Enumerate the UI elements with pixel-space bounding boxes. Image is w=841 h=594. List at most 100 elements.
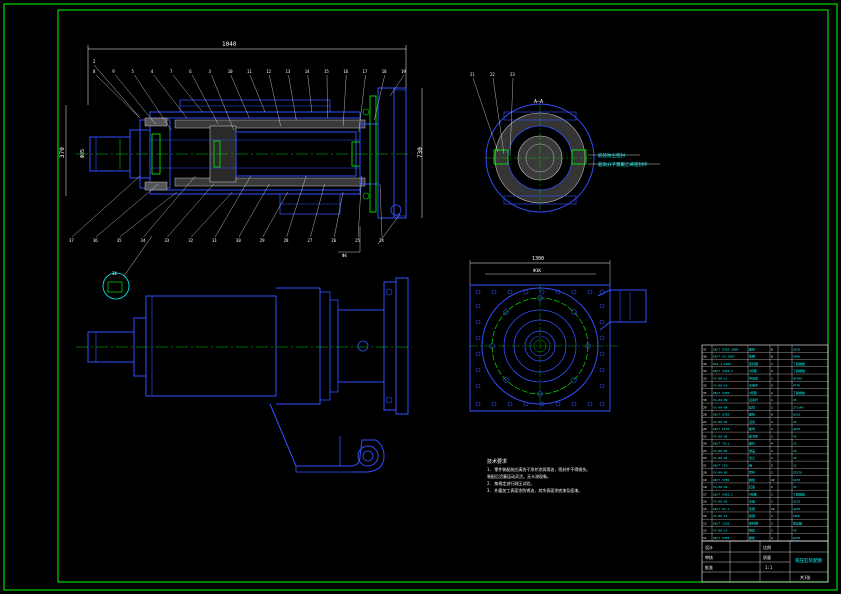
- parts-table-cell: 45: [793, 456, 797, 460]
- parts-table-cell: O形圈: [749, 390, 757, 395]
- parts-table-cell: 螺栓: [749, 412, 755, 417]
- dim-rod-diameter: Ф85: [80, 149, 86, 158]
- parts-table-cell: 8: [771, 347, 773, 351]
- parts-table-cell: GB/T 93-1987: [713, 355, 735, 359]
- balloon-bottom-36: 36: [93, 238, 98, 243]
- title-drawing-name: 液压缸装配图: [795, 557, 822, 564]
- parts-table-cell: 12: [771, 507, 775, 511]
- parts-table-cell: GB/T 97.1: [713, 507, 729, 511]
- title-block: 设计 审核 批准 比例 质量 1:1 液压缸装配图 共1张: [701, 540, 829, 583]
- balloon-top-3: 3: [209, 69, 212, 74]
- section-view-aa: A—A: [485, 99, 595, 213]
- detail-circle: [102, 272, 130, 300]
- parts-table-cell: 耳环: [749, 471, 755, 475]
- parts-table-cell: QT500: [793, 376, 802, 380]
- parts-table-cell: YG-00-08: [713, 405, 728, 409]
- parts-table-cell: 缓冲套: [749, 433, 758, 438]
- parts-table-cell: 丁腈橡胶: [793, 368, 805, 373]
- section-callout-21: 21: [470, 72, 475, 77]
- bolt-hole: [599, 303, 605, 309]
- title-sheet: 共1张: [800, 574, 810, 580]
- parts-table-cell: 45: [793, 449, 797, 453]
- balloon-bottom-35: 35: [117, 238, 122, 243]
- flange-bolt-hole: [571, 309, 577, 315]
- parts-table-cell: GB/T 119: [713, 463, 728, 467]
- parts-table-cell: 25: [703, 434, 707, 438]
- parts-table-cell: 15: [703, 507, 707, 511]
- parts-table-cell: 1: [771, 500, 773, 504]
- balloon-bottom-29: 29: [260, 238, 265, 243]
- bolt-hole: [539, 289, 545, 295]
- parts-table-cell: 65Mn: [793, 514, 800, 518]
- balloon-top-14: 14: [305, 69, 310, 74]
- parts-table-cell: 丁腈橡胶: [793, 361, 805, 366]
- parts-table-cell: GB/T 70.1: [713, 442, 729, 446]
- balloon-bottom-32: 32: [188, 238, 193, 243]
- section-callout-22: 22: [490, 72, 495, 77]
- parts-table-cell: 2: [771, 384, 773, 388]
- balloon-top-18: 18: [382, 69, 387, 74]
- bolt-hole: [523, 289, 529, 295]
- parts-table-cell: Q235: [793, 500, 800, 504]
- bolt-hole: [507, 401, 513, 407]
- balloon-leader: [389, 74, 405, 97]
- parts-table-cell: 销: [749, 462, 752, 467]
- balloon-leader: [192, 74, 219, 125]
- title-approver: 批准: [705, 564, 713, 570]
- parts-table-cell: 隔套: [749, 528, 755, 533]
- parts-table-cell: 1: [771, 405, 773, 409]
- bolt-hole: [571, 401, 577, 407]
- parts-table-cell: 螺栓: [749, 346, 755, 351]
- parts-table-cell: 螺钉: [749, 441, 755, 446]
- balloon-leader: [334, 191, 344, 238]
- parts-table-cell: 6: [771, 413, 773, 417]
- tech-req-line-2: 装配后活塞运动灵活，无卡滞现象。: [487, 473, 551, 479]
- parts-table-cell: 22: [703, 456, 707, 460]
- title-scale: 1:1: [765, 565, 773, 570]
- side-view: [76, 277, 412, 473]
- parts-table-cell: 34: [703, 369, 707, 373]
- parts-table-cell: Q235: [793, 536, 800, 540]
- parts-table-cell: YG-00-04: [713, 456, 728, 460]
- dim-plate-width: 1300: [532, 256, 544, 262]
- parts-table-cell: 19: [703, 478, 707, 482]
- bolt-hole: [555, 401, 561, 407]
- parts-table-cell: 27: [703, 420, 707, 424]
- section-callout-23: 23: [510, 72, 515, 77]
- bolt-hole: [475, 335, 481, 341]
- balloon-leader: [249, 74, 266, 113]
- balloon-leader: [310, 183, 325, 238]
- balloon-bottom-25: 25: [355, 238, 360, 243]
- parts-table-cell: 45: [793, 529, 797, 533]
- parts-table-cell: 螺栓: [749, 535, 755, 540]
- tech-requirements-title: 技术要求: [487, 458, 507, 465]
- parts-table-cell: 1: [771, 420, 773, 424]
- parts-table: 37 GB/T 5782-2000 螺栓 8 Q235 36 GB/T 93-1987 垫圈 8…: [701, 344, 829, 542]
- parts-table-cell: 螺栓: [749, 477, 755, 482]
- parts-table-cell: 丁腈橡胶: [793, 390, 805, 395]
- bolt-hole: [475, 289, 481, 295]
- parts-table-cell: 缸筒: [749, 404, 755, 409]
- balloon-leader: [119, 191, 178, 238]
- bolt-hole: [475, 319, 481, 325]
- balloon-top-10: 10: [228, 69, 233, 74]
- parts-table-cell: 1: [771, 529, 773, 533]
- parts-table-cell: YG-00-03: [713, 471, 728, 475]
- balloon-bottom-33: 33: [164, 238, 169, 243]
- parts-table-cell: YG-00-02: [713, 485, 728, 489]
- main-section-view: 1040 370 Ф85 730 I4 Ф4: [59, 41, 424, 300]
- balloon-leader: [379, 183, 383, 238]
- parts-table-cell: 37: [703, 347, 707, 351]
- balloon-bottom-30: 30: [236, 238, 241, 243]
- parts-table-cell: 垫圈: [749, 506, 755, 511]
- parts-table-cell: 32: [703, 384, 707, 388]
- parts-table-cell: 12: [771, 478, 775, 482]
- balloon-top-9: 9: [112, 69, 115, 74]
- balloon-top-11: 11: [247, 69, 252, 74]
- balloon-bottom-26: 26: [331, 238, 336, 243]
- parts-table-cell: YG-00-07: [713, 420, 728, 424]
- parts-table-cell: 1: [771, 362, 773, 366]
- bolt-hole: [587, 401, 593, 407]
- title-org: 比例: [763, 544, 771, 550]
- parts-table-cell: YG-00-05: [713, 449, 728, 453]
